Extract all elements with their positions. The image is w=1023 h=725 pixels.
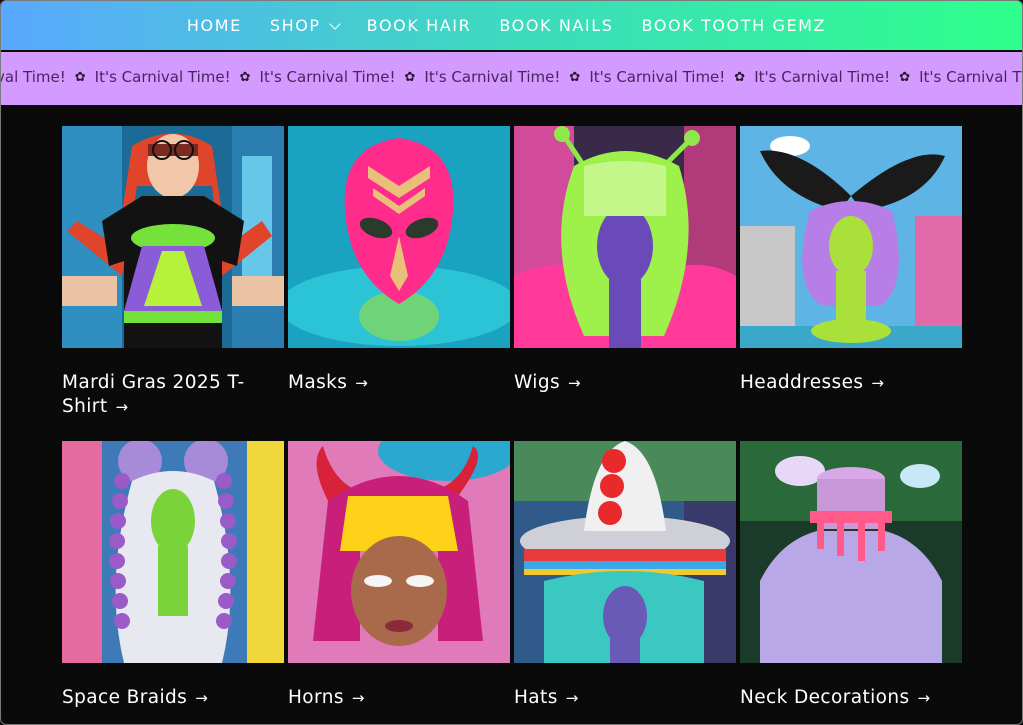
flower-icon: ✿ (404, 69, 416, 85)
flower-icon: ✿ (569, 69, 581, 85)
collection-card-masks[interactable]: Masks → (288, 126, 510, 441)
collection-title-text: Mardi Gras 2025 T-Shirt (62, 372, 245, 417)
collection-title[interactable]: Headdresses → (740, 371, 940, 395)
nav-book-tooth-gemz-label: BOOK TOOTH GEMZ (641, 16, 827, 35)
red-horns-photo[interactable] (288, 441, 510, 663)
drip-choker-photo[interactable] (740, 441, 962, 663)
nav-book-nails-link[interactable]: BOOK NAILS (499, 16, 613, 35)
collection-title-text: Neck Decorations (740, 687, 910, 708)
marquee-item: It's Carnival Time! ✿ (415, 68, 580, 86)
collection-title[interactable]: Neck Decorations → (740, 686, 940, 710)
nav-home-label: HOME (186, 16, 242, 35)
space-braids-photo[interactable] (62, 441, 284, 663)
arrow-right-icon: → (115, 398, 129, 416)
collection-card-tshirt[interactable]: Mardi Gras 2025 T-Shirt → (62, 126, 284, 441)
pink-alien-mask-photo[interactable] (288, 126, 510, 348)
flower-icon: ✿ (74, 69, 86, 85)
marquee-track: val Time! ✿ It's Carnival Time! ✿ It's Car… (1, 68, 1022, 86)
nav-home-link[interactable]: HOME (187, 16, 242, 35)
arrow-right-icon: → (871, 374, 885, 392)
collection-title[interactable]: Space Braids → (62, 686, 262, 710)
collection-title-text: Masks (288, 372, 348, 393)
nav-shop-label: SHOP (269, 16, 321, 35)
collection-title-text: Space Braids (62, 687, 188, 708)
arrow-right-icon: → (351, 689, 365, 707)
arrow-right-icon: → (355, 374, 369, 392)
announcement-marquee: val Time! ✿ It's Carnival Time! ✿ It's Car… (1, 52, 1022, 105)
marquee-item: It's Carnival Time! ✿ (251, 68, 416, 86)
flower-icon: ✿ (734, 69, 746, 85)
marquee-text: It's Carnival Time! (94, 68, 231, 86)
collection-title[interactable]: Horns → (288, 686, 488, 710)
marquee-item: It's Carnival Tim (910, 68, 1022, 86)
browser-viewport: HOME SHOP BOOK HAIR BOOK NAILS BOOK TOOT… (0, 0, 1023, 725)
marquee-item: It's Carnival Time! ✿ (86, 68, 251, 86)
main-nav: HOME SHOP BOOK HAIR BOOK NAILS BOOK TOOT… (1, 1, 1022, 50)
nav-book-tooth-gemz-link[interactable]: BOOK TOOTH GEMZ (642, 16, 827, 35)
marquee-item: val Time! ✿ (1, 68, 86, 86)
marquee-item: It's Carnival Time! ✿ (745, 68, 910, 86)
arrow-right-icon: → (565, 689, 579, 707)
collection-title[interactable]: Mardi Gras 2025 T-Shirt → (62, 371, 262, 419)
collection-title-text: Horns (288, 687, 344, 708)
nav-book-nails-label: BOOK NAILS (499, 16, 614, 35)
collection-grid: Mardi Gras 2025 T-Shirt → Masks → Wigs →… (62, 126, 962, 724)
flower-icon: ✿ (239, 69, 251, 85)
marquee-text: It's Carnival Time! (424, 68, 561, 86)
collection-card-wigs[interactable]: Wigs → (514, 126, 736, 441)
collection-title-text: Wigs (514, 372, 561, 393)
collection-card-horns[interactable]: Horns → (288, 441, 510, 724)
marquee-text: It's Carnival Time! (259, 68, 396, 86)
collection-card-neck-decorations[interactable]: Neck Decorations → (740, 441, 962, 724)
collection-card-headdresses[interactable]: Headdresses → (740, 126, 962, 441)
butterfly-headdress-photo[interactable] (740, 126, 962, 348)
mardi-gras-tshirt-photo[interactable] (62, 126, 284, 348)
carnival-hat-photo[interactable] (514, 441, 736, 663)
collection-title-text: Hats (514, 687, 558, 708)
collection-title[interactable]: Masks → (288, 371, 488, 395)
marquee-text: It's Carnival Tim (919, 68, 1022, 86)
nav-book-hair-link[interactable]: BOOK HAIR (367, 16, 472, 35)
chevron-down-icon (329, 17, 341, 30)
arrow-right-icon: → (195, 689, 209, 707)
arrow-right-icon: → (568, 374, 581, 392)
marquee-item: It's Carnival Time! ✿ (580, 68, 745, 86)
nav-shop-link[interactable]: SHOP (269, 16, 341, 35)
green-alien-wig-photo[interactable] (514, 126, 736, 348)
marquee-text: It's Carnival Time! (589, 68, 726, 86)
marquee-text: val Time! (1, 68, 66, 86)
collection-card-hats[interactable]: Hats → (514, 441, 736, 724)
nav-book-hair-label: BOOK HAIR (366, 16, 472, 35)
collection-title[interactable]: Wigs → (514, 371, 714, 395)
collection-card-space-braids[interactable]: Space Braids → (62, 441, 284, 724)
flower-icon: ✿ (899, 69, 911, 85)
arrow-right-icon: → (917, 689, 931, 707)
marquee-text: It's Carnival Time! (754, 68, 891, 86)
collection-title[interactable]: Hats → (514, 686, 714, 710)
collection-title-text: Headdresses (740, 372, 864, 393)
